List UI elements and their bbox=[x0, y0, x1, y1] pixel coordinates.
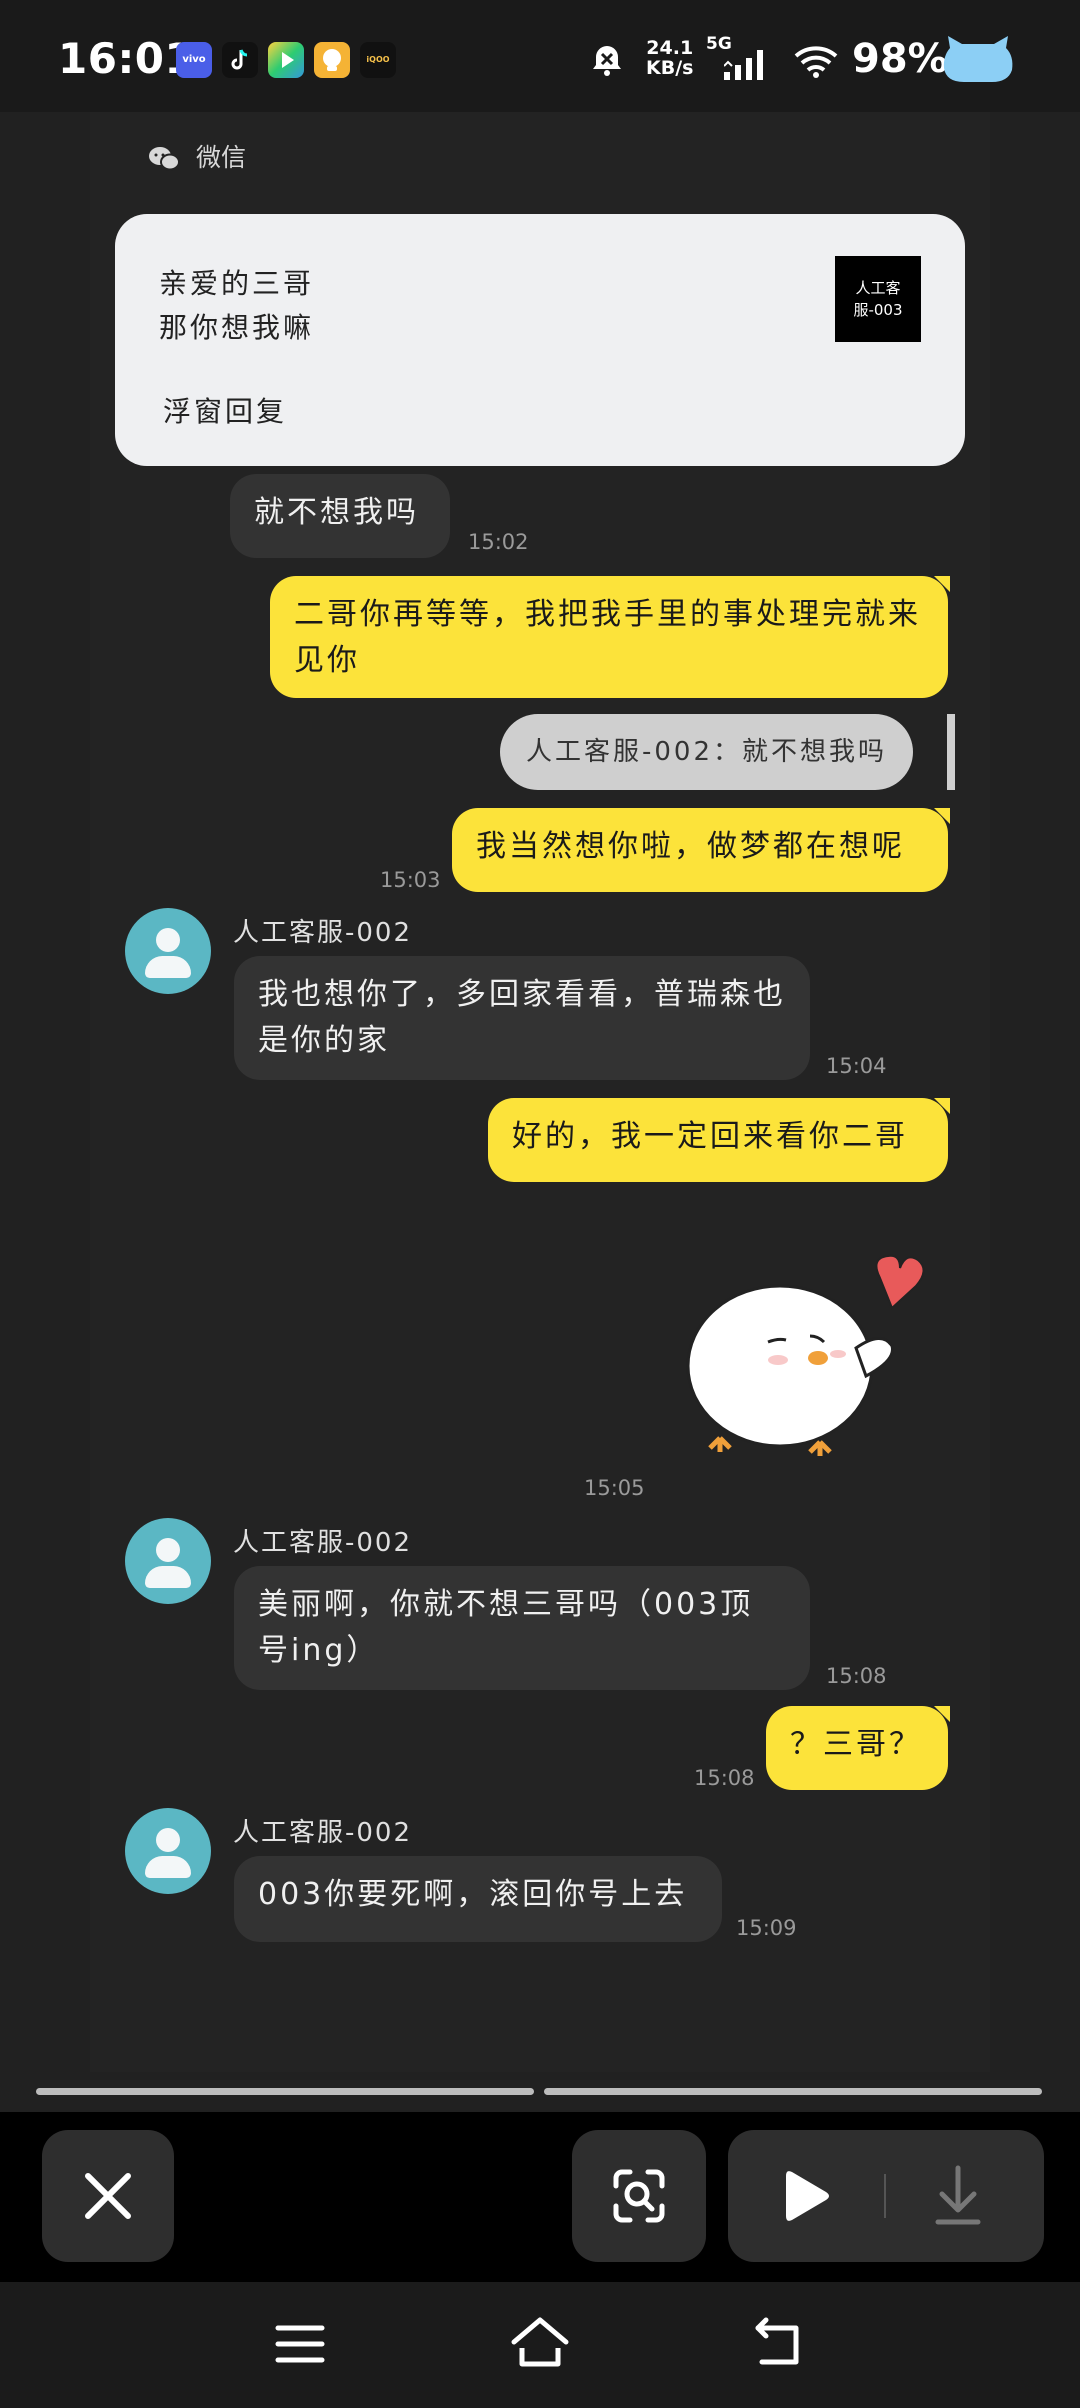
message-bubble: 我也想你了，多回家看看，普瑞森也是你的家 bbox=[234, 956, 810, 1080]
home-button[interactable] bbox=[508, 2314, 572, 2374]
message-time: 15:03 bbox=[380, 868, 441, 892]
sender-name: 人工客服-002 bbox=[233, 1528, 413, 1558]
play-button[interactable] bbox=[728, 2130, 886, 2262]
wechat-icon bbox=[149, 147, 180, 171]
message-bubble-self: 我当然想你啦，做梦都在想呢 bbox=[452, 808, 950, 892]
message-bubble: 美丽啊，你就不想三哥吗（003顶号ing） bbox=[234, 1566, 810, 1690]
float-reply-button[interactable]: 浮窗回复 bbox=[163, 390, 287, 430]
iqoo-app-icon: iQOO bbox=[360, 42, 396, 78]
scan-search-icon bbox=[613, 2169, 665, 2223]
message-bubble-self: 好的，我一定回来看你二哥 bbox=[488, 1098, 950, 1182]
battery-percent: 98% bbox=[852, 36, 948, 82]
message-time: 15:08 bbox=[694, 1766, 755, 1790]
battery-icon bbox=[940, 34, 1016, 90]
play-icon bbox=[786, 2171, 829, 2221]
scrollbar-right[interactable] bbox=[544, 2088, 1042, 2095]
avatar[interactable] bbox=[125, 908, 211, 994]
avatar[interactable] bbox=[125, 1518, 211, 1604]
scrollbar-left[interactable] bbox=[36, 2088, 534, 2095]
toast-app-icon bbox=[314, 42, 350, 78]
back-icon bbox=[755, 2317, 799, 2365]
notification-thumbnail: 人工客服-003 bbox=[835, 256, 921, 342]
notification-line-1: 亲爱的三哥 bbox=[159, 267, 315, 300]
notification-line-2: 那你想我嘛 bbox=[159, 311, 315, 344]
close-button[interactable] bbox=[42, 2130, 174, 2262]
avatar[interactable] bbox=[125, 1808, 211, 1894]
message-time: 15:04 bbox=[826, 1054, 887, 1078]
signal-icon bbox=[723, 46, 776, 84]
tiktok-icon bbox=[222, 42, 258, 78]
menu-button[interactable] bbox=[270, 2318, 330, 2374]
message-time: 15:09 bbox=[736, 1916, 797, 1940]
quote-bar bbox=[947, 714, 955, 790]
message-bubble: 就不想我吗 bbox=[230, 474, 450, 558]
message-bubble: 003你要死啊，滚回你号上去 bbox=[234, 1856, 722, 1942]
message-bubble-self: ？三哥？ bbox=[766, 1706, 950, 1790]
scan-button[interactable] bbox=[572, 2130, 706, 2262]
navigation-bar bbox=[0, 2282, 1080, 2408]
message-time: 15:05 bbox=[584, 1476, 645, 1500]
message-bubble-self: 二哥你再等等，我把我手里的事处理完就来见你 bbox=[270, 576, 950, 698]
home-icon bbox=[511, 2317, 569, 2367]
wechat-app-label: 微信 bbox=[148, 138, 246, 174]
clock: 16:01 bbox=[58, 34, 195, 83]
sender-name: 人工客服-002 bbox=[233, 1818, 413, 1848]
close-icon bbox=[85, 2173, 131, 2219]
chick-with-heart-sticker[interactable] bbox=[660, 1238, 950, 1468]
menu-icon bbox=[275, 2325, 325, 2363]
vivo-app-icon: vivo bbox=[176, 42, 212, 78]
download-icon bbox=[935, 2165, 981, 2225]
alarm-icon bbox=[590, 42, 624, 82]
back-button[interactable] bbox=[748, 2314, 812, 2374]
sender-name: 人工客服-002 bbox=[233, 918, 413, 948]
action-group bbox=[728, 2130, 1044, 2262]
status-bar: 16:01 vivo iQOO 24.1 KB/s 5G 98% bbox=[0, 0, 1080, 112]
message-time: 15:02 bbox=[468, 530, 529, 554]
quoted-message: 人工客服-002：就不想我吗 bbox=[500, 714, 914, 790]
net-speed: 24.1 KB/s bbox=[646, 37, 694, 79]
message-time: 15:08 bbox=[826, 1664, 887, 1688]
notification-card[interactable]: 亲爱的三哥 那你想我嘛 浮窗回复 人工客服-003 bbox=[115, 214, 965, 466]
screenshot-toolbar bbox=[0, 2112, 1080, 2282]
download-button[interactable] bbox=[886, 2130, 1044, 2262]
wifi-icon bbox=[794, 44, 838, 82]
video-app-icon bbox=[268, 42, 304, 78]
